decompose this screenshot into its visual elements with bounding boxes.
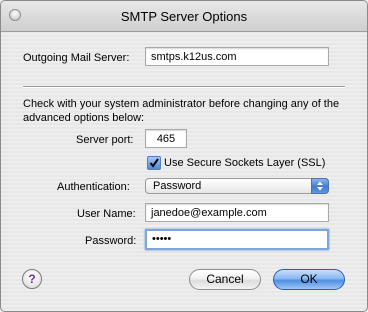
- dialog-title: SMTP Server Options: [120, 9, 248, 24]
- divider: [23, 86, 345, 88]
- smtp-server-options-dialog: SMTP Server Options Outgoing Mail Server…: [0, 0, 368, 312]
- authentication-label: Authentication:: [57, 181, 130, 193]
- ok-button[interactable]: OK: [273, 269, 345, 290]
- title-bar[interactable]: SMTP Server Options: [1, 1, 367, 32]
- advanced-options-note: Check with your system administrator bef…: [23, 98, 340, 124]
- checkmark-icon: [149, 158, 159, 168]
- server-port-label: Server port:: [76, 134, 134, 146]
- popup-arrows-icon: [311, 178, 329, 194]
- password-label: Password:: [85, 235, 137, 247]
- authentication-value: Password: [153, 180, 202, 192]
- authentication-popup[interactable]: Password: [145, 178, 329, 194]
- password-field[interactable]: •••••: [145, 229, 329, 250]
- username-field[interactable]: janedoe@example.com: [145, 203, 329, 222]
- help-button[interactable]: ?: [22, 269, 42, 289]
- cancel-button[interactable]: Cancel: [189, 269, 261, 290]
- outgoing-server-label: Outgoing Mail Server:: [23, 52, 130, 64]
- server-port-field[interactable]: 465: [145, 129, 187, 148]
- ssl-label: Use Secure Sockets Layer (SSL): [164, 157, 326, 169]
- ssl-checkbox[interactable]: [147, 156, 161, 170]
- outgoing-server-field[interactable]: smtps.k12us.com: [145, 47, 329, 66]
- username-label: User Name:: [77, 208, 136, 220]
